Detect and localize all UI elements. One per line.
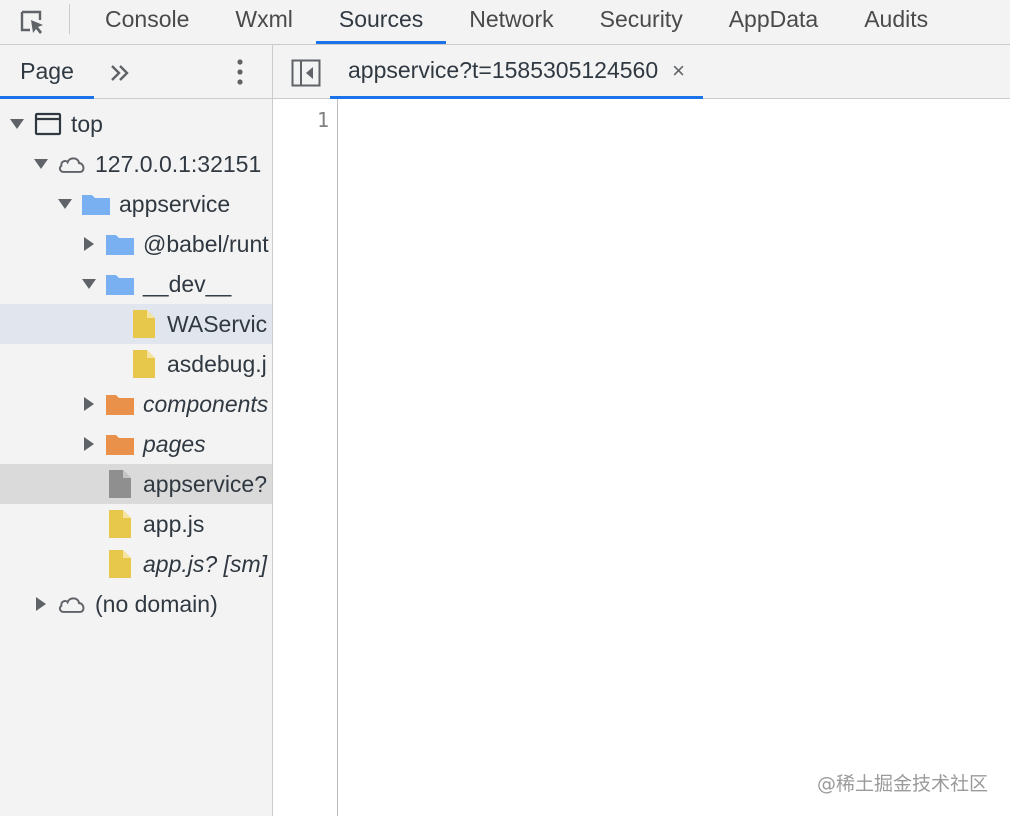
js-file-icon xyxy=(129,309,159,339)
collapsed-triangle-icon[interactable] xyxy=(81,436,97,452)
tree-item-file-selected[interactable]: appservice? xyxy=(0,464,272,504)
inspect-element-icon[interactable] xyxy=(14,4,50,40)
folder-icon xyxy=(105,429,135,459)
tree-item-label: (no domain) xyxy=(95,590,218,617)
js-file-icon xyxy=(105,509,135,539)
expanded-triangle-icon[interactable] xyxy=(33,156,49,172)
expanded-triangle-icon[interactable] xyxy=(57,196,73,212)
tree-item-label: WAServic xyxy=(167,310,268,337)
tree-item-label: @babel/runt xyxy=(143,230,269,257)
tree-item-host[interactable]: (no domain) xyxy=(0,584,272,624)
folder-icon xyxy=(105,229,135,259)
tree-item-label: pages xyxy=(143,430,206,457)
tree-item-label: 127.0.0.1:32151 xyxy=(95,150,262,177)
tree-item-label: appservice xyxy=(119,190,231,217)
tab-network[interactable]: Network xyxy=(446,0,576,44)
double-chevron-right-icon[interactable] xyxy=(106,59,134,87)
folder-icon xyxy=(81,189,111,219)
file-tree: top 127.0.0.1:32151 appservice @babel/ru… xyxy=(0,104,272,624)
expanded-triangle-icon[interactable] xyxy=(9,116,25,132)
tree-item-file[interactable]: app.js? [sm] xyxy=(0,544,272,584)
tree-item-folder[interactable]: pages xyxy=(0,424,272,464)
js-file-icon xyxy=(105,549,135,579)
tree-item-label: asdebug.j xyxy=(167,350,267,377)
tab-audits[interactable]: Audits xyxy=(841,0,951,44)
tree-item-label: top xyxy=(71,110,103,137)
line-number-gutter: 1 xyxy=(273,99,338,816)
cloud-icon xyxy=(57,149,87,179)
editor-tab-appservice[interactable]: appservice?t=1585305124560 × xyxy=(330,45,703,99)
tree-item-label: app.js xyxy=(143,510,205,537)
folder-icon xyxy=(105,269,135,299)
tree-item-file[interactable]: WAServic xyxy=(0,304,272,344)
tree-item-folder[interactable]: @babel/runt xyxy=(0,224,272,264)
tree-item-label: appservice? xyxy=(143,470,268,497)
editor-tab-label: appservice?t=1585305124560 xyxy=(348,57,659,83)
tree-item-folder[interactable]: __dev__ xyxy=(0,264,272,304)
devtools-toolbar: Console Wxml Sources Network Security Ap… xyxy=(0,0,1010,45)
collapsed-triangle-icon[interactable] xyxy=(81,236,97,252)
kebab-menu-icon[interactable] xyxy=(228,57,252,87)
tree-item-folder[interactable]: components xyxy=(0,384,272,424)
toggle-navigator-icon[interactable] xyxy=(291,59,321,87)
code-editor[interactable] xyxy=(338,99,1010,816)
panel-tabs: Console Wxml Sources Network Security Ap… xyxy=(82,0,951,44)
tree-item-file[interactable]: asdebug.j xyxy=(0,344,272,384)
tree-item-file[interactable]: app.js xyxy=(0,504,272,544)
tree-item-label: app.js? [sm] xyxy=(143,550,267,577)
collapsed-triangle-icon[interactable] xyxy=(33,596,49,612)
file-icon xyxy=(105,469,135,499)
line-number: 1 xyxy=(316,108,329,132)
tree-item-label: __dev__ xyxy=(143,270,232,297)
tab-console[interactable]: Console xyxy=(82,0,212,44)
js-file-icon xyxy=(129,349,159,379)
sources-navigator: Page top 127.0.0.1:32151 appservice @bab… xyxy=(0,45,273,816)
tree-item-host[interactable]: 127.0.0.1:32151 xyxy=(0,144,272,184)
expanded-triangle-icon[interactable] xyxy=(81,276,97,292)
collapsed-triangle-icon[interactable] xyxy=(81,396,97,412)
folder-icon xyxy=(105,389,135,419)
tab-wxml[interactable]: Wxml xyxy=(212,0,315,44)
watermark: @稀土掘金技术社区 xyxy=(816,773,988,795)
tab-appdata[interactable]: AppData xyxy=(706,0,842,44)
tab-security[interactable]: Security xyxy=(577,0,706,44)
tree-item-folder[interactable]: appservice xyxy=(0,184,272,224)
tree-item-label: components xyxy=(143,390,269,417)
tab-page[interactable]: Page xyxy=(0,45,94,99)
toolbar-divider xyxy=(69,4,70,34)
editor-tab-strip: appservice?t=1585305124560 × xyxy=(273,45,1010,99)
tree-item-top[interactable]: top xyxy=(0,104,272,144)
navigator-header: Page xyxy=(0,45,272,99)
close-icon[interactable]: × xyxy=(672,58,685,84)
tab-sources[interactable]: Sources xyxy=(315,0,447,44)
frame-icon xyxy=(33,109,63,139)
cloud-icon xyxy=(57,589,87,619)
